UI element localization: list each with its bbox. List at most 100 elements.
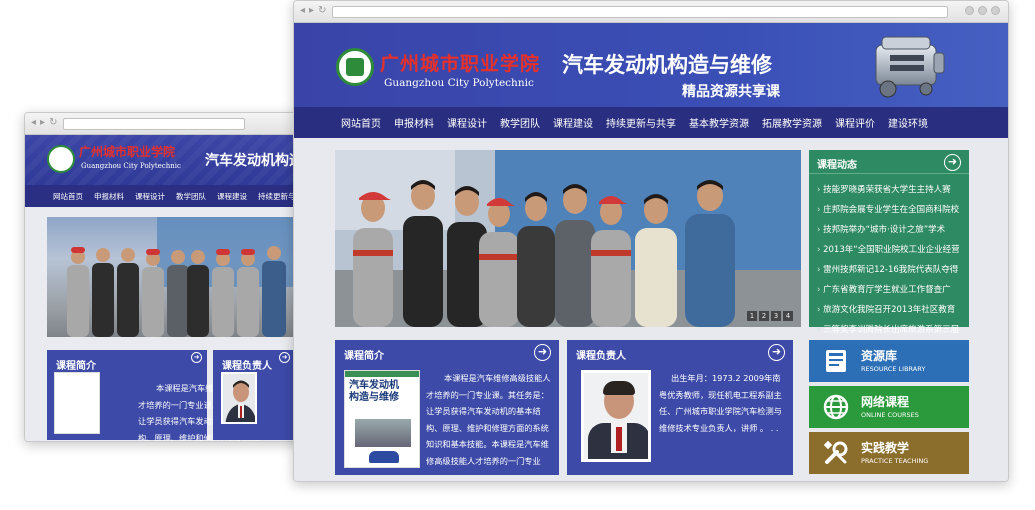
address-bar[interactable] — [332, 6, 948, 18]
logo-emblem — [346, 58, 364, 76]
course-intro-panel: 课程简介 ➜ 汽车发动机 构造与维修 本课程是汽车维修高级技能人才培养的一门专业… — [335, 340, 559, 475]
nav-update-share[interactable]: 持续更新与共享 — [606, 115, 676, 130]
window-controls — [965, 6, 1000, 15]
lead-portrait — [221, 372, 257, 424]
browser-window-front: ◂ ▸ ↻ 广州城市职业学院 Guangzhou City Polytechni… — [293, 0, 1009, 482]
news-item[interactable]: 2013年“全国职业院校工业企业经营 — [817, 240, 965, 260]
more-arrow-icon[interactable]: ➜ — [534, 344, 551, 361]
news-item[interactable]: 广东省教育厅学生就业工作督查广 — [817, 280, 965, 300]
news-list: 技能罗晓勇荣获省大学生主持人赛 庄邦院会展专业学生在全国商科院校 技邦院举办“城… — [809, 174, 969, 340]
book-title: 汽车发动机 构造与维修 — [349, 380, 399, 404]
nav-extended-resources[interactable]: 拓展教学资源 — [762, 115, 822, 130]
nav-home[interactable]: 网站首页 — [341, 115, 381, 130]
nav-item[interactable]: 课程设计 — [135, 191, 165, 202]
more-arrow-icon[interactable]: ➜ — [944, 154, 961, 171]
textbook-cover — [54, 372, 100, 434]
nav-basic-resources[interactable]: 基本教学资源 — [689, 115, 749, 130]
book-title-line: 汽车发动机 — [349, 380, 399, 391]
slider-page-1[interactable]: 1 — [747, 311, 757, 321]
globe-icon — [823, 394, 849, 420]
course-lead-panel: 课程负责人 ➜ 出生年月：1973.2 2009年南粤优秀教师，现任机电工程系副… — [567, 340, 793, 475]
panel-heading: 课程简介 ➜ — [335, 340, 559, 366]
address-bar[interactable] — [63, 118, 245, 130]
browser-nav-buttons: ◂ ▸ ↻ — [300, 5, 326, 17]
news-panel: 课程动态 ➜ 技能罗晓勇荣获省大学生主持人赛 庄邦院会展专业学生在全国商科院校 … — [809, 150, 969, 335]
group-photo-illustration — [67, 217, 295, 337]
book-engine-image — [355, 419, 411, 447]
page-body: 课程简介 ➜ 本课程是汽车维修高级技能人才培养的一门专业课。其任务是：让学员获得… — [25, 207, 305, 441]
nav-course-design[interactable]: 课程设计 — [447, 115, 487, 130]
nav-course-evaluation[interactable]: 课程评价 — [835, 115, 875, 130]
back-arrow-icon[interactable]: ◂ — [31, 117, 36, 129]
school-logo — [336, 48, 374, 86]
news-item[interactable]: 技能罗晓勇荣获省大学生主持人赛 — [817, 180, 965, 200]
slider-page-2[interactable]: 2 — [759, 311, 769, 321]
slider-page-4[interactable]: 4 — [783, 311, 793, 321]
book-top-stripe — [345, 371, 419, 377]
more-arrow-icon[interactable]: ➜ — [191, 352, 202, 363]
panel-title: 课程简介 — [56, 361, 96, 372]
slider-photo[interactable] — [47, 217, 295, 337]
course-title: 汽车发动机构造 — [205, 153, 303, 169]
book-title-line: 构造与维修 — [349, 392, 399, 403]
course-intro-panel: 课程简介 ➜ 本课程是汽车维修高级技能人才培养的一门专业课。其任务是：让学员获得… — [47, 350, 262, 441]
more-arrow-icon[interactable]: ➜ — [768, 344, 785, 361]
showcase-stage: ◂ ▸ ↻ 广州城市职业学院 Guangzhou City Polytechni… — [0, 0, 1035, 510]
slider-pager: 1 2 3 4 — [747, 311, 793, 321]
group-photo-illustration — [335, 150, 801, 327]
nav-item[interactable]: 网站首页 — [53, 191, 83, 202]
minimize-icon[interactable] — [965, 6, 974, 15]
lead-portrait — [581, 370, 651, 462]
news-item[interactable]: 雷州技邦新记12-16我院代表队夺得 — [817, 260, 965, 280]
nav-item[interactable]: 课程建设 — [217, 191, 247, 202]
tile-subtitle: ONLINE COURSES — [861, 411, 919, 419]
course-lead-panel: 课程负责人 ➜ — [213, 350, 295, 440]
news-item[interactable]: 三等奖李训腾院长出席旅游系第三届 — [817, 320, 965, 340]
nav-course-building[interactable]: 课程建设 — [553, 115, 593, 130]
school-name-en: Guangzhou City Polytechnic — [384, 77, 534, 89]
course-title: 汽车发动机构造与维修 — [562, 53, 772, 77]
back-arrow-icon[interactable]: ◂ — [300, 5, 305, 17]
slider-page-3[interactable]: 3 — [771, 311, 781, 321]
panel-heading: 课程动态 ➜ — [809, 150, 969, 174]
browser-nav-buttons: ◂ ▸ ↻ — [31, 117, 57, 129]
school-name-en: Guangzhou City Polytechnic — [81, 162, 181, 170]
portrait-tie — [616, 427, 622, 451]
reload-icon[interactable]: ↻ — [49, 117, 57, 129]
course-subtitle: 精品资源共享课 — [682, 84, 780, 100]
nav-environment[interactable]: 建设环境 — [888, 115, 928, 130]
school-name-cn: 广州城市职业学院 — [380, 53, 541, 75]
practice-teaching-tile[interactable]: 实践教学 PRACTICE TEACHING — [809, 432, 969, 474]
online-courses-tile[interactable]: 网络课程 ONLINE COURSES — [809, 386, 969, 428]
engine-illustration — [875, 36, 945, 98]
forward-arrow-icon[interactable]: ▸ — [309, 5, 314, 17]
close-icon[interactable] — [991, 6, 1000, 15]
reload-icon[interactable]: ↻ — [318, 5, 326, 17]
panel-title: 课程动态 — [817, 160, 857, 171]
news-item[interactable]: 技邦院举办“城市·设计之旅”学术 — [817, 220, 965, 240]
news-item[interactable]: 旅游文化我院召开2013年社区教育 — [817, 300, 965, 320]
news-item[interactable]: 庄邦院会展专业学生在全国商科院校 — [817, 200, 965, 220]
nav-application[interactable]: 申报材料 — [394, 115, 434, 130]
photo-slider[interactable]: 1 2 3 4 — [335, 150, 801, 327]
browser-toolbar: ◂ ▸ ↻ — [294, 1, 1008, 23]
panel-heading: 课程负责人 ➜ — [567, 340, 793, 366]
nav-teaching-team[interactable]: 教学团队 — [500, 115, 540, 130]
portrait-hair — [603, 381, 635, 395]
maximize-icon[interactable] — [978, 6, 987, 15]
book-icon — [826, 350, 846, 372]
resource-library-tile[interactable]: 资源库 RESOURCE LIBRARY — [809, 340, 969, 382]
tile-title: 资源库 — [861, 349, 898, 363]
more-arrow-icon[interactable]: ➜ — [279, 352, 290, 363]
panel-title: 课程负责人 — [576, 351, 626, 362]
panel-title: 课程负责人 — [222, 361, 272, 372]
textbook-cover: 汽车发动机 构造与维修 — [344, 370, 420, 468]
forward-arrow-icon[interactable]: ▸ — [40, 117, 45, 129]
nav-item[interactable]: 教学团队 — [176, 191, 206, 202]
site-banner: 广州城市职业学院 Guangzhou City Polytechnic 汽车发动… — [25, 135, 305, 185]
main-nav: 网站首页 申报材料 课程设计 教学团队 课程建设 持续更新与共享 基本教学资源 … — [294, 107, 1008, 138]
tile-subtitle: PRACTICE TEACHING — [861, 457, 929, 465]
browser-toolbar: ◂ ▸ ↻ — [25, 113, 305, 135]
nav-item[interactable]: 申报材料 — [94, 191, 124, 202]
panel-title: 课程简介 — [344, 351, 384, 362]
